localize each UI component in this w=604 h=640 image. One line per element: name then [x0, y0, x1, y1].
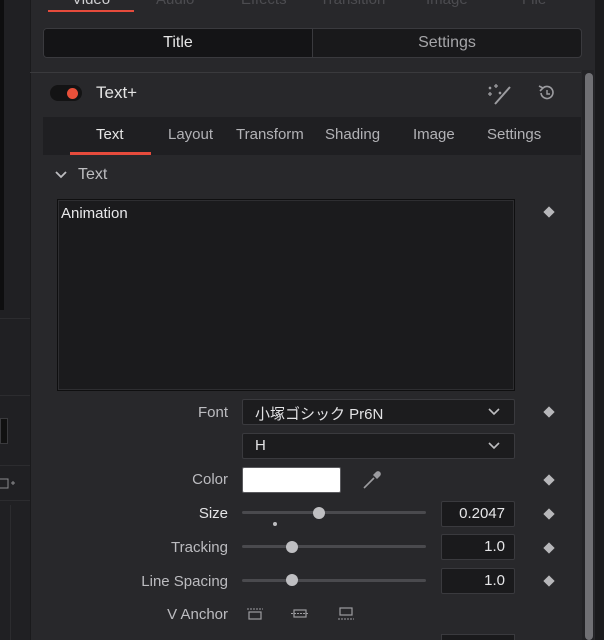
left-panel-divider	[0, 395, 34, 396]
active-tab-underline	[48, 10, 134, 12]
eyedropper-icon[interactable]	[361, 469, 383, 491]
tab-image[interactable]: Image	[426, 0, 468, 8]
toggle-indicator	[67, 88, 78, 99]
v-anchor-label: V Anchor	[167, 606, 228, 623]
subtab-settings[interactable]: Settings	[487, 126, 541, 143]
subtab-image[interactable]: Image	[413, 126, 455, 143]
tracking-label: Tracking	[171, 539, 228, 556]
line-spacing-slider-track[interactable]	[242, 579, 426, 582]
tracking-slider-knob[interactable]	[285, 541, 298, 553]
left-panel-viewer-edge	[0, 0, 4, 310]
next-value-field[interactable]	[441, 634, 515, 640]
scrollbar-thumb[interactable]	[585, 73, 593, 640]
subtab-text[interactable]: Text	[96, 126, 124, 143]
anchor-bottom-icon[interactable]	[336, 606, 356, 622]
font-style-dropdown[interactable]	[242, 433, 515, 459]
divider	[30, 72, 581, 73]
tab-file[interactable]: File	[522, 0, 546, 8]
effect-title: Text+	[96, 83, 138, 102]
left-panel-divider	[0, 500, 34, 501]
left-panel-divider	[0, 318, 34, 319]
reset-icon[interactable]	[536, 82, 558, 104]
segment-settings[interactable]: Settings	[312, 29, 581, 57]
add-track-icon[interactable]	[0, 476, 16, 492]
line-spacing-label: Line Spacing	[141, 573, 228, 590]
tab-video[interactable]: Video	[72, 0, 110, 8]
color-label: Color	[192, 471, 228, 488]
active-subtab-underline	[70, 152, 151, 155]
tab-effects[interactable]: Effects	[241, 0, 287, 8]
subtab-layout[interactable]: Layout	[168, 126, 213, 143]
line-spacing-slider-knob[interactable]	[285, 574, 298, 586]
font-style-value[interactable]: H	[255, 437, 266, 454]
left-panel-line	[10, 505, 11, 640]
title-settings-toggle: Title Settings	[43, 28, 582, 58]
size-slider-track[interactable]	[242, 511, 426, 514]
tracking-value-field[interactable]: 1.0	[441, 534, 515, 560]
subtab-shading[interactable]: Shading	[325, 126, 380, 143]
chevron-down-icon[interactable]	[487, 440, 501, 452]
chevron-down-icon[interactable]	[487, 406, 501, 418]
text-input[interactable]	[57, 199, 515, 391]
anchor-middle-icon[interactable]	[290, 606, 310, 622]
left-panel-divider	[0, 465, 34, 466]
color-swatch[interactable]	[242, 467, 341, 493]
tab-transition[interactable]: Transition	[320, 0, 385, 8]
anchor-top-icon[interactable]	[245, 606, 265, 622]
font-family-value[interactable]: 小塚ゴシック Pr6N	[255, 403, 383, 424]
text-input-value[interactable]: Animation	[61, 205, 128, 222]
section-title[interactable]: Text	[78, 166, 107, 184]
size-label: Size	[198, 505, 228, 522]
font-label: Font	[197, 404, 228, 421]
tab-audio[interactable]: Audio	[156, 0, 194, 8]
tracking-slider-track[interactable]	[242, 545, 426, 548]
line-spacing-value-field[interactable]: 1.0	[441, 568, 515, 594]
size-value-field[interactable]: 0.2047	[441, 501, 515, 527]
segment-title[interactable]: Title	[44, 29, 312, 57]
magic-wand-icon[interactable]	[485, 81, 515, 107]
subtab-transform[interactable]: Transform	[236, 126, 304, 143]
chevron-down-icon[interactable]	[54, 168, 68, 182]
left-panel-field-edge	[0, 418, 8, 444]
left-panel	[0, 0, 34, 640]
inspector-border	[30, 0, 31, 640]
default-marker	[273, 522, 277, 526]
